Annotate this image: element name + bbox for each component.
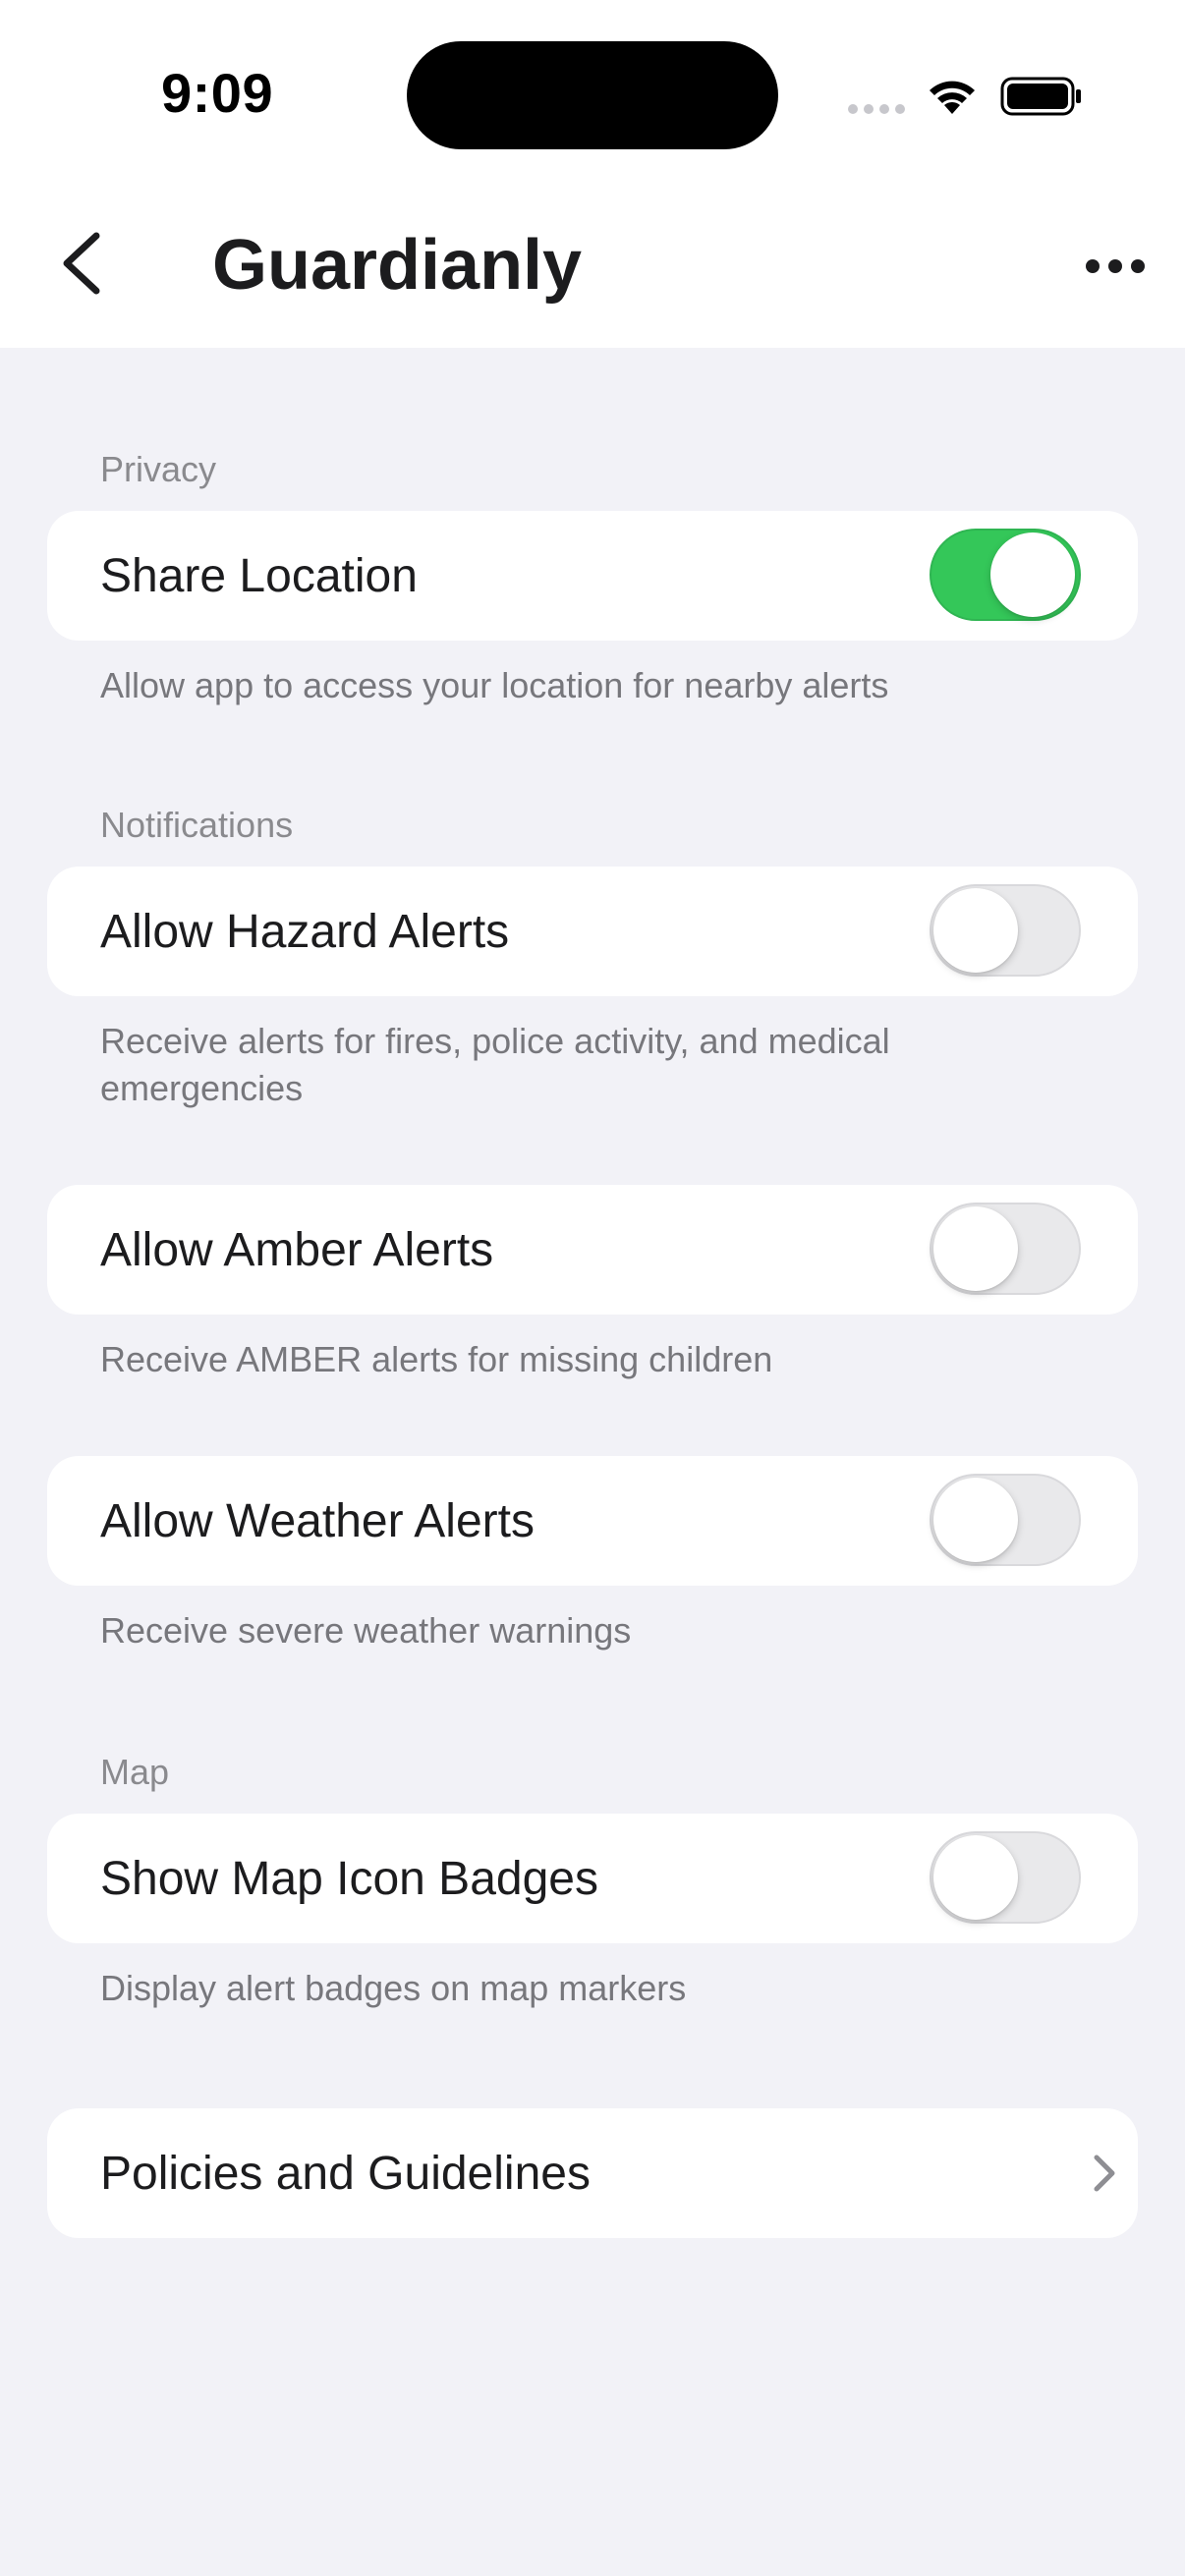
share-location-label: Share Location: [100, 550, 418, 602]
chevron-right-icon: [1094, 2155, 1115, 2192]
share-location-toggle[interactable]: [930, 529, 1081, 621]
weather-alerts-footer: Receive severe weather warnings: [100, 1610, 632, 1651]
amber-alerts-footer: Receive AMBER alerts for missing childre…: [100, 1339, 773, 1379]
section-header-notifications: Notifications: [100, 805, 294, 845]
section-header-privacy: Privacy: [100, 449, 217, 489]
battery-icon: [1000, 77, 1081, 116]
toggle-knob: [990, 532, 1075, 617]
toggle-knob: [933, 888, 1018, 973]
page-title: Guardianly: [212, 226, 583, 305]
toggle-knob: [933, 1835, 1018, 1920]
dynamic-island: [407, 41, 778, 149]
policies-label: Policies and Guidelines: [100, 2148, 591, 2200]
map-badges-row: Show Map Icon Badges: [47, 1814, 1138, 1943]
hazard-alerts-row: Allow Hazard Alerts: [47, 867, 1138, 996]
amber-alerts-row: Allow Amber Alerts: [47, 1185, 1138, 1315]
hazard-alerts-toggle[interactable]: [930, 884, 1081, 977]
weather-alerts-toggle[interactable]: [930, 1474, 1081, 1566]
chevron-left-icon: [63, 232, 100, 295]
hazard-alerts-label: Allow Hazard Alerts: [100, 906, 510, 958]
hazard-alerts-footer-line1: Receive alerts for fires, police activit…: [100, 1021, 890, 1061]
hazard-alerts-footer-line2: emergencies: [100, 1068, 304, 1108]
share-location-row: Share Location: [47, 511, 1138, 641]
cellular-signal-icon: [848, 104, 905, 114]
map-badges-footer: Display alert badges on map markers: [100, 1968, 687, 2008]
wifi-icon: [930, 81, 975, 114]
more-button[interactable]: [1079, 242, 1152, 291]
map-badges-toggle[interactable]: [930, 1831, 1081, 1924]
section-header-map: Map: [100, 1752, 170, 1792]
hazard-alerts-footer: Receive alerts for fires, police activit…: [100, 1018, 1083, 1112]
amber-alerts-toggle[interactable]: [930, 1203, 1081, 1295]
status-time: 9:09: [161, 62, 274, 124]
header-area: 9:09 Guardianly: [0, 0, 1185, 348]
weather-alerts-label: Allow Weather Alerts: [100, 1495, 535, 1547]
policies-row[interactable]: Policies and Guidelines: [47, 2108, 1138, 2238]
map-badges-label: Show Map Icon Badges: [100, 1853, 598, 1905]
amber-alerts-label: Allow Amber Alerts: [100, 1224, 494, 1276]
weather-alerts-row: Allow Weather Alerts: [47, 1456, 1138, 1586]
ellipsis-icon: [1086, 259, 1145, 273]
share-location-footer: Allow app to access your location for ne…: [100, 665, 889, 705]
toggle-knob: [933, 1478, 1018, 1562]
back-button[interactable]: [51, 222, 110, 305]
toggle-knob: [933, 1206, 1018, 1291]
